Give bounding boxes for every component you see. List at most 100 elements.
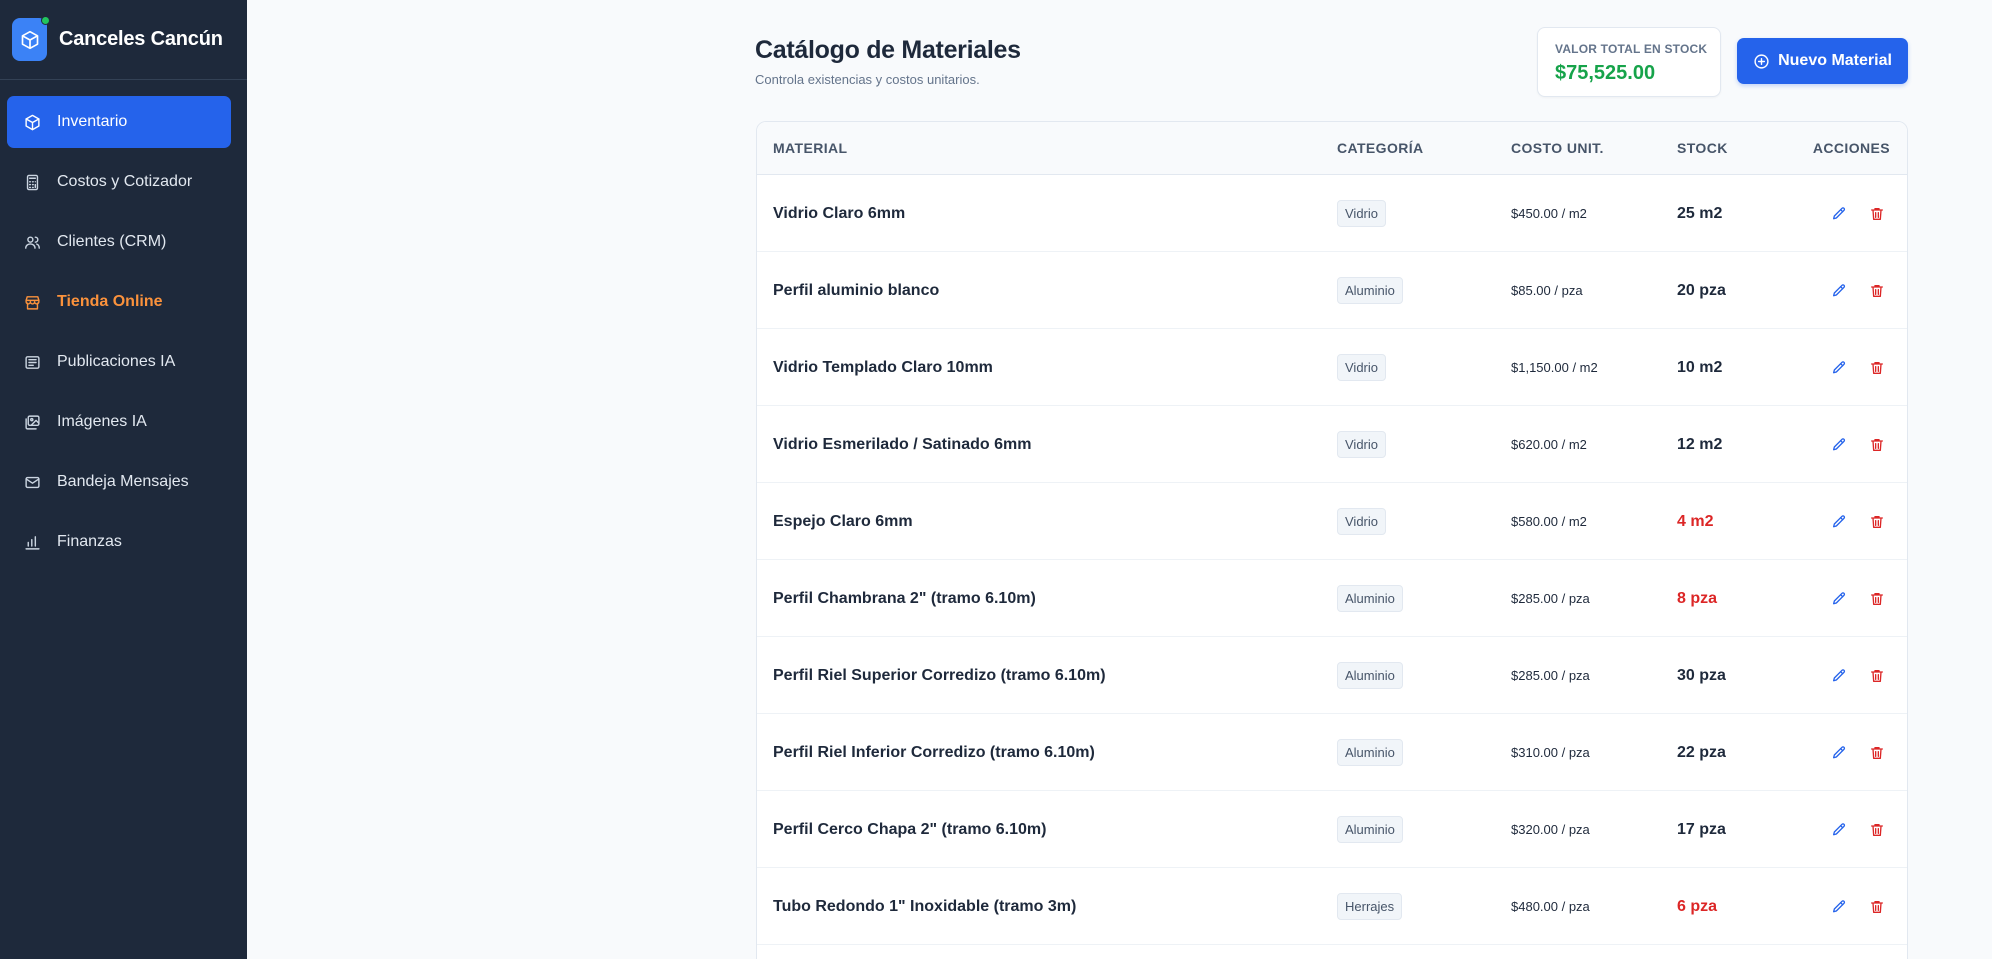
pencil-icon [1831, 668, 1847, 684]
page-title: Catálogo de Materiales [755, 36, 1021, 64]
box-icon [20, 30, 40, 50]
page-subtitle: Controla existencias y costos unitarios. [755, 72, 980, 87]
pencil-icon [1831, 283, 1847, 299]
sidebar-item-publicaciones-ia[interactable]: Publicaciones IA [7, 336, 231, 388]
calculator-icon [23, 173, 41, 191]
column-unit-cost[interactable]: COSTO UNIT. [1511, 122, 1604, 175]
trash-icon [1869, 283, 1885, 299]
edit-button[interactable] [1828, 896, 1850, 918]
row-actions [1828, 868, 1904, 945]
sidebar-item-clientes-crm[interactable]: Clientes (CRM) [7, 216, 231, 268]
delete-button[interactable] [1866, 665, 1888, 687]
trash-icon [1869, 206, 1885, 222]
category-badge: Aluminio [1337, 277, 1403, 304]
row-actions [1828, 175, 1904, 252]
unit-cost: $450.00 / m2 [1511, 206, 1587, 221]
edit-button[interactable] [1828, 357, 1850, 379]
table-row: Vidrio Claro 6mm Vidrio $450.00 / m2 25 m2 [757, 175, 1907, 252]
brand-name: Canceles Cancún [59, 28, 223, 50]
unit-cost: $310.00 / pza [1511, 745, 1590, 760]
sidebar-item-bandeja-mensajes[interactable]: Bandeja Mensajes [7, 456, 231, 508]
sidebar-item-tienda-online[interactable]: Tienda Online [7, 276, 231, 328]
delete-button[interactable] [1866, 357, 1888, 379]
trash-icon [1869, 591, 1885, 607]
brand-logo[interactable] [12, 16, 50, 61]
pencil-icon [1831, 745, 1847, 761]
plus-circle-icon [1753, 53, 1778, 70]
new-material-button[interactable]: Nuevo Material [1737, 38, 1908, 84]
column-actions: ACCIONES [1812, 140, 1890, 156]
delete-button[interactable] [1866, 203, 1888, 225]
unit-cost: $620.00 / m2 [1511, 437, 1587, 452]
images-icon [23, 413, 41, 431]
sidebar-item-costos-y-cotizador[interactable]: Costos y Cotizador [7, 156, 231, 208]
edit-button[interactable] [1828, 203, 1850, 225]
sidebar-item-label: Publicaciones IA [57, 353, 176, 370]
table-row: Perfil aluminio blanco Aluminio $85.00 / p… [757, 252, 1907, 329]
material-name: Vidrio Claro 6mm [773, 204, 906, 222]
sidebar-item-label: Clientes (CRM) [57, 233, 167, 250]
newspaper-icon [23, 353, 41, 371]
pencil-icon [1831, 822, 1847, 838]
material-name: Perfil Riel Inferior Corredizo (tramo 6.… [773, 743, 1095, 761]
row-actions [1828, 791, 1904, 868]
delete-button[interactable] [1866, 280, 1888, 302]
column-stock[interactable]: STOCK [1677, 122, 1728, 175]
edit-button[interactable] [1828, 511, 1850, 533]
material-name: Espejo Claro 6mm [773, 512, 913, 530]
edit-button[interactable] [1828, 742, 1850, 764]
table-row: Tubo Redondo 1" Inoxidable (tramo 3m) Her… [757, 868, 1907, 945]
store-icon [23, 293, 41, 311]
stock-quantity: 20 pza [1677, 281, 1726, 299]
pencil-icon [1831, 437, 1847, 453]
pencil-icon [1831, 206, 1847, 222]
column-material[interactable]: MATERIAL [773, 122, 848, 175]
table-header: MATERIAL CATEGORÍA COSTO UNIT. STOCK ACC… [757, 122, 1907, 175]
row-actions [1828, 483, 1904, 560]
trash-icon [1869, 437, 1885, 453]
sidebar-item-imagenes-ia[interactable]: Imágenes IA [7, 396, 231, 448]
unit-cost: $480.00 / pza [1511, 899, 1590, 914]
delete-button[interactable] [1866, 434, 1888, 456]
stock-quantity: 6 pza [1677, 897, 1718, 915]
delete-button[interactable] [1866, 819, 1888, 841]
edit-button[interactable] [1828, 280, 1850, 302]
trash-icon [1869, 899, 1885, 915]
material-name: Vidrio Templado Claro 10mm [773, 358, 993, 376]
unit-cost: $285.00 / pza [1511, 591, 1590, 606]
new-material-label: Nuevo Material [1778, 52, 1892, 69]
table-row: Vidrio Esmerilado / Satinado 6mm Vidrio $6… [757, 406, 1907, 483]
stock-quantity: 25 m2 [1677, 204, 1723, 222]
sidebar-nav: Inventario Costos y Cotizador Clientes (CR… [0, 80, 247, 568]
edit-button[interactable] [1828, 665, 1850, 687]
table-row: Perfil Riel Superior Corredizo (tramo 6.… [757, 637, 1907, 714]
category-cell: Herrajes [1337, 868, 1403, 945]
sidebar-item-finanzas[interactable]: Finanzas [7, 516, 231, 568]
material-name: Tubo Redondo 1" Inoxidable (tramo 3m) [773, 897, 1077, 915]
table-body: Vidrio Claro 6mm Vidrio $450.00 / m2 25 m2 P… [757, 175, 1907, 945]
edit-button[interactable] [1828, 588, 1850, 610]
delete-button[interactable] [1866, 742, 1888, 764]
category-badge: Vidrio [1337, 200, 1387, 227]
category-cell: Vidrio [1337, 406, 1387, 483]
edit-button[interactable] [1828, 434, 1850, 456]
materials-table: MATERIAL CATEGORÍA COSTO UNIT. STOCK ACC… [756, 121, 1908, 959]
delete-button[interactable] [1866, 896, 1888, 918]
delete-button[interactable] [1866, 588, 1888, 610]
unit-cost: $320.00 / pza [1511, 822, 1590, 837]
edit-button[interactable] [1828, 819, 1850, 841]
row-actions [1828, 406, 1904, 483]
stock-value-amount: $75,525.00 [1555, 62, 1656, 84]
unit-cost: $1,150.00 / m2 [1511, 360, 1598, 375]
category-cell: Vidrio [1337, 329, 1387, 406]
category-cell: Aluminio [1337, 560, 1403, 637]
column-category[interactable]: CATEGORÍA [1337, 122, 1424, 175]
sidebar-item-label: Bandeja Mensajes [57, 473, 189, 490]
brand: Canceles Cancún [0, 0, 247, 80]
material-name: Vidrio Esmerilado / Satinado 6mm [773, 435, 1032, 453]
material-name: Perfil Cerco Chapa 2" (tramo 6.10m) [773, 820, 1047, 838]
delete-button[interactable] [1866, 511, 1888, 533]
sidebar-item-inventario[interactable]: Inventario [7, 96, 231, 148]
users-icon [23, 233, 41, 251]
unit-cost: $85.00 / pza [1511, 283, 1583, 298]
